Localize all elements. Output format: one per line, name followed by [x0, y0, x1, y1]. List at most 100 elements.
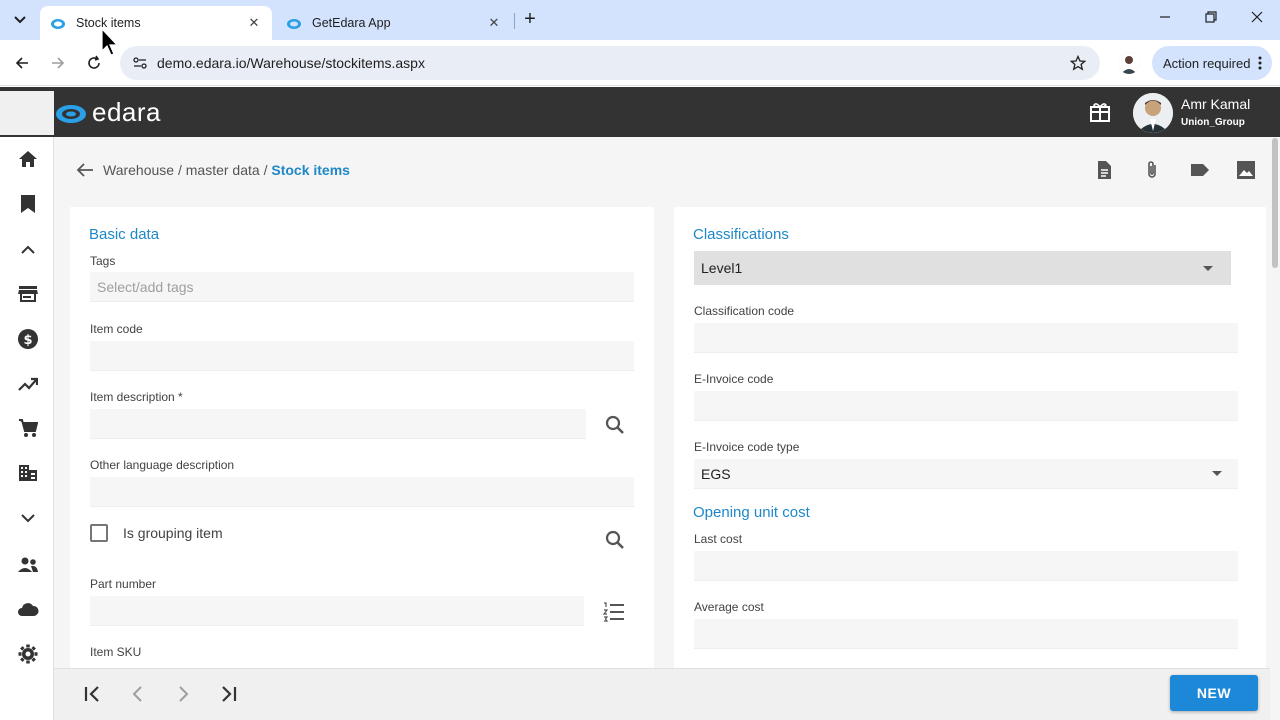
edara-favicon-icon	[51, 19, 65, 29]
app-header: edara Amr Kamal Union_Group	[0, 87, 1280, 137]
item-code-input[interactable]	[90, 341, 634, 371]
last-page-icon[interactable]	[217, 683, 239, 705]
cart-icon[interactable]	[17, 417, 39, 439]
breadcrumb-current: Stock items	[271, 162, 350, 178]
mouse-cursor-icon	[101, 28, 119, 56]
classification-code-label: Classification code	[694, 304, 795, 318]
tags-input[interactable]: Select/add tags	[90, 272, 634, 302]
level-select[interactable]: Level1	[694, 251, 1231, 285]
attachment-icon[interactable]	[1142, 160, 1162, 180]
last-cost-label: Last cost	[694, 532, 743, 546]
svg-text:$: $	[23, 333, 32, 348]
tab-title: GetEdara App	[312, 16, 391, 30]
einvoice-code-type-label: E-Invoice code type	[694, 440, 800, 454]
einvoice-code-type-value: EGS	[701, 465, 731, 482]
back-arrow-icon[interactable]	[76, 162, 94, 178]
new-button[interactable]: NEW	[1170, 675, 1258, 711]
tab-search-icon[interactable]	[8, 8, 32, 32]
breadcrumb-separator: /	[259, 162, 272, 178]
item-sku-label: Item SKU	[90, 645, 142, 659]
bookmark-star-icon[interactable]	[1070, 55, 1086, 71]
cloud-logo-icon	[56, 105, 86, 123]
more-vert-icon	[1258, 56, 1262, 70]
last-cost-input[interactable]	[694, 551, 1238, 581]
url-text: demo.edara.io/Warehouse/stockitems.aspx	[157, 55, 425, 71]
chevron-down-icon[interactable]	[17, 507, 39, 529]
user-group: Union_Group	[1181, 117, 1245, 128]
profile-avatar[interactable]	[1118, 52, 1140, 74]
basic-data-title: Basic data	[89, 226, 160, 243]
opening-unit-cost-title: Opening unit cost	[693, 504, 810, 521]
label-icon[interactable]	[1190, 160, 1210, 180]
grouping-item-checkbox[interactable]	[90, 524, 108, 542]
einvoice-code-type-select[interactable]: EGS	[694, 459, 1238, 489]
building-icon[interactable]	[17, 462, 39, 484]
browser-toolbar: demo.edara.io/Warehouse/stockitems.aspx …	[0, 40, 1280, 86]
average-cost-label: Average cost	[694, 600, 764, 614]
breadcrumb-warehouse[interactable]: Warehouse	[103, 162, 174, 178]
classification-code-input[interactable]	[694, 323, 1238, 353]
minimize-icon[interactable]	[1155, 10, 1175, 30]
classifications-title: Classifications	[693, 226, 789, 243]
logo-text: edara	[92, 96, 161, 127]
edara-favicon-icon	[287, 19, 301, 29]
numbered-list-icon[interactable]	[603, 601, 625, 623]
next-page-icon[interactable]	[172, 683, 194, 705]
dropdown-caret-icon	[1212, 471, 1222, 476]
close-tab-icon[interactable]: ✕	[486, 15, 502, 31]
tags-placeholder: Select/add tags	[97, 278, 194, 295]
back-icon[interactable]	[10, 51, 34, 75]
image-icon[interactable]	[1236, 160, 1256, 180]
trending-up-icon[interactable]	[17, 373, 39, 395]
action-required-button[interactable]: Action required	[1152, 46, 1272, 80]
user-name: Amr Kamal	[1181, 96, 1251, 112]
search-icon[interactable]	[604, 529, 626, 551]
dollar-icon[interactable]: $	[17, 328, 39, 350]
dropdown-caret-icon	[1203, 266, 1213, 271]
level-select-value: Level1	[701, 260, 743, 276]
breadcrumb-separator: /	[174, 162, 186, 178]
tags-label: Tags	[90, 254, 116, 268]
bookmark-icon[interactable]	[17, 193, 39, 215]
chevron-up-icon[interactable]	[17, 239, 39, 261]
average-cost-input[interactable]	[694, 619, 1238, 649]
other-language-label: Other language description	[90, 458, 235, 472]
people-icon[interactable]	[17, 554, 39, 576]
tab-stock-items[interactable]: Stock items ✕	[40, 6, 272, 40]
browser-tab-bar: Stock items ✕ GetEdara App ✕ +	[0, 0, 1280, 40]
item-description-label: Item description *	[90, 390, 183, 404]
action-required-label: Action required	[1163, 55, 1251, 71]
store-icon[interactable]	[17, 283, 39, 305]
item-description-input[interactable]	[90, 409, 586, 439]
forward-icon[interactable]	[46, 51, 70, 75]
cloud-icon[interactable]	[17, 598, 39, 620]
close-window-icon[interactable]	[1247, 10, 1267, 30]
previous-page-icon[interactable]	[127, 683, 149, 705]
item-code-label: Item code	[90, 322, 143, 336]
first-page-icon[interactable]	[82, 683, 104, 705]
address-bar[interactable]: demo.edara.io/Warehouse/stockitems.aspx	[120, 46, 1100, 80]
einvoice-code-label: E-Invoice code	[694, 372, 774, 386]
search-icon[interactable]	[604, 414, 626, 436]
new-tab-icon[interactable]: +	[520, 9, 540, 30]
restore-icon[interactable]	[1201, 10, 1221, 30]
tab-getedara-app[interactable]: GetEdara App ✕	[276, 6, 512, 40]
close-tab-icon[interactable]: ✕	[246, 15, 262, 31]
home-icon[interactable]	[17, 148, 39, 170]
user-avatar[interactable]	[1133, 93, 1173, 133]
site-info-icon[interactable]	[132, 55, 148, 71]
document-icon[interactable]	[1094, 160, 1114, 180]
breadcrumb: Warehouse / master data / Stock items	[76, 160, 350, 180]
tab-divider	[514, 13, 515, 29]
edara-logo[interactable]: edara	[54, 96, 161, 127]
breadcrumb-master-data[interactable]: master data	[186, 162, 260, 178]
einvoice-code-input[interactable]	[694, 391, 1238, 421]
part-number-input[interactable]	[90, 596, 584, 626]
other-language-input[interactable]	[90, 477, 634, 507]
settings-gear-icon[interactable]	[17, 643, 39, 665]
sidebar-collapse-section	[0, 91, 54, 135]
part-number-label: Part number	[90, 577, 157, 591]
gift-icon[interactable]	[1089, 101, 1111, 123]
grouping-item-label: Is grouping item	[123, 525, 223, 541]
scrollbar-thumb[interactable]	[1272, 138, 1278, 268]
